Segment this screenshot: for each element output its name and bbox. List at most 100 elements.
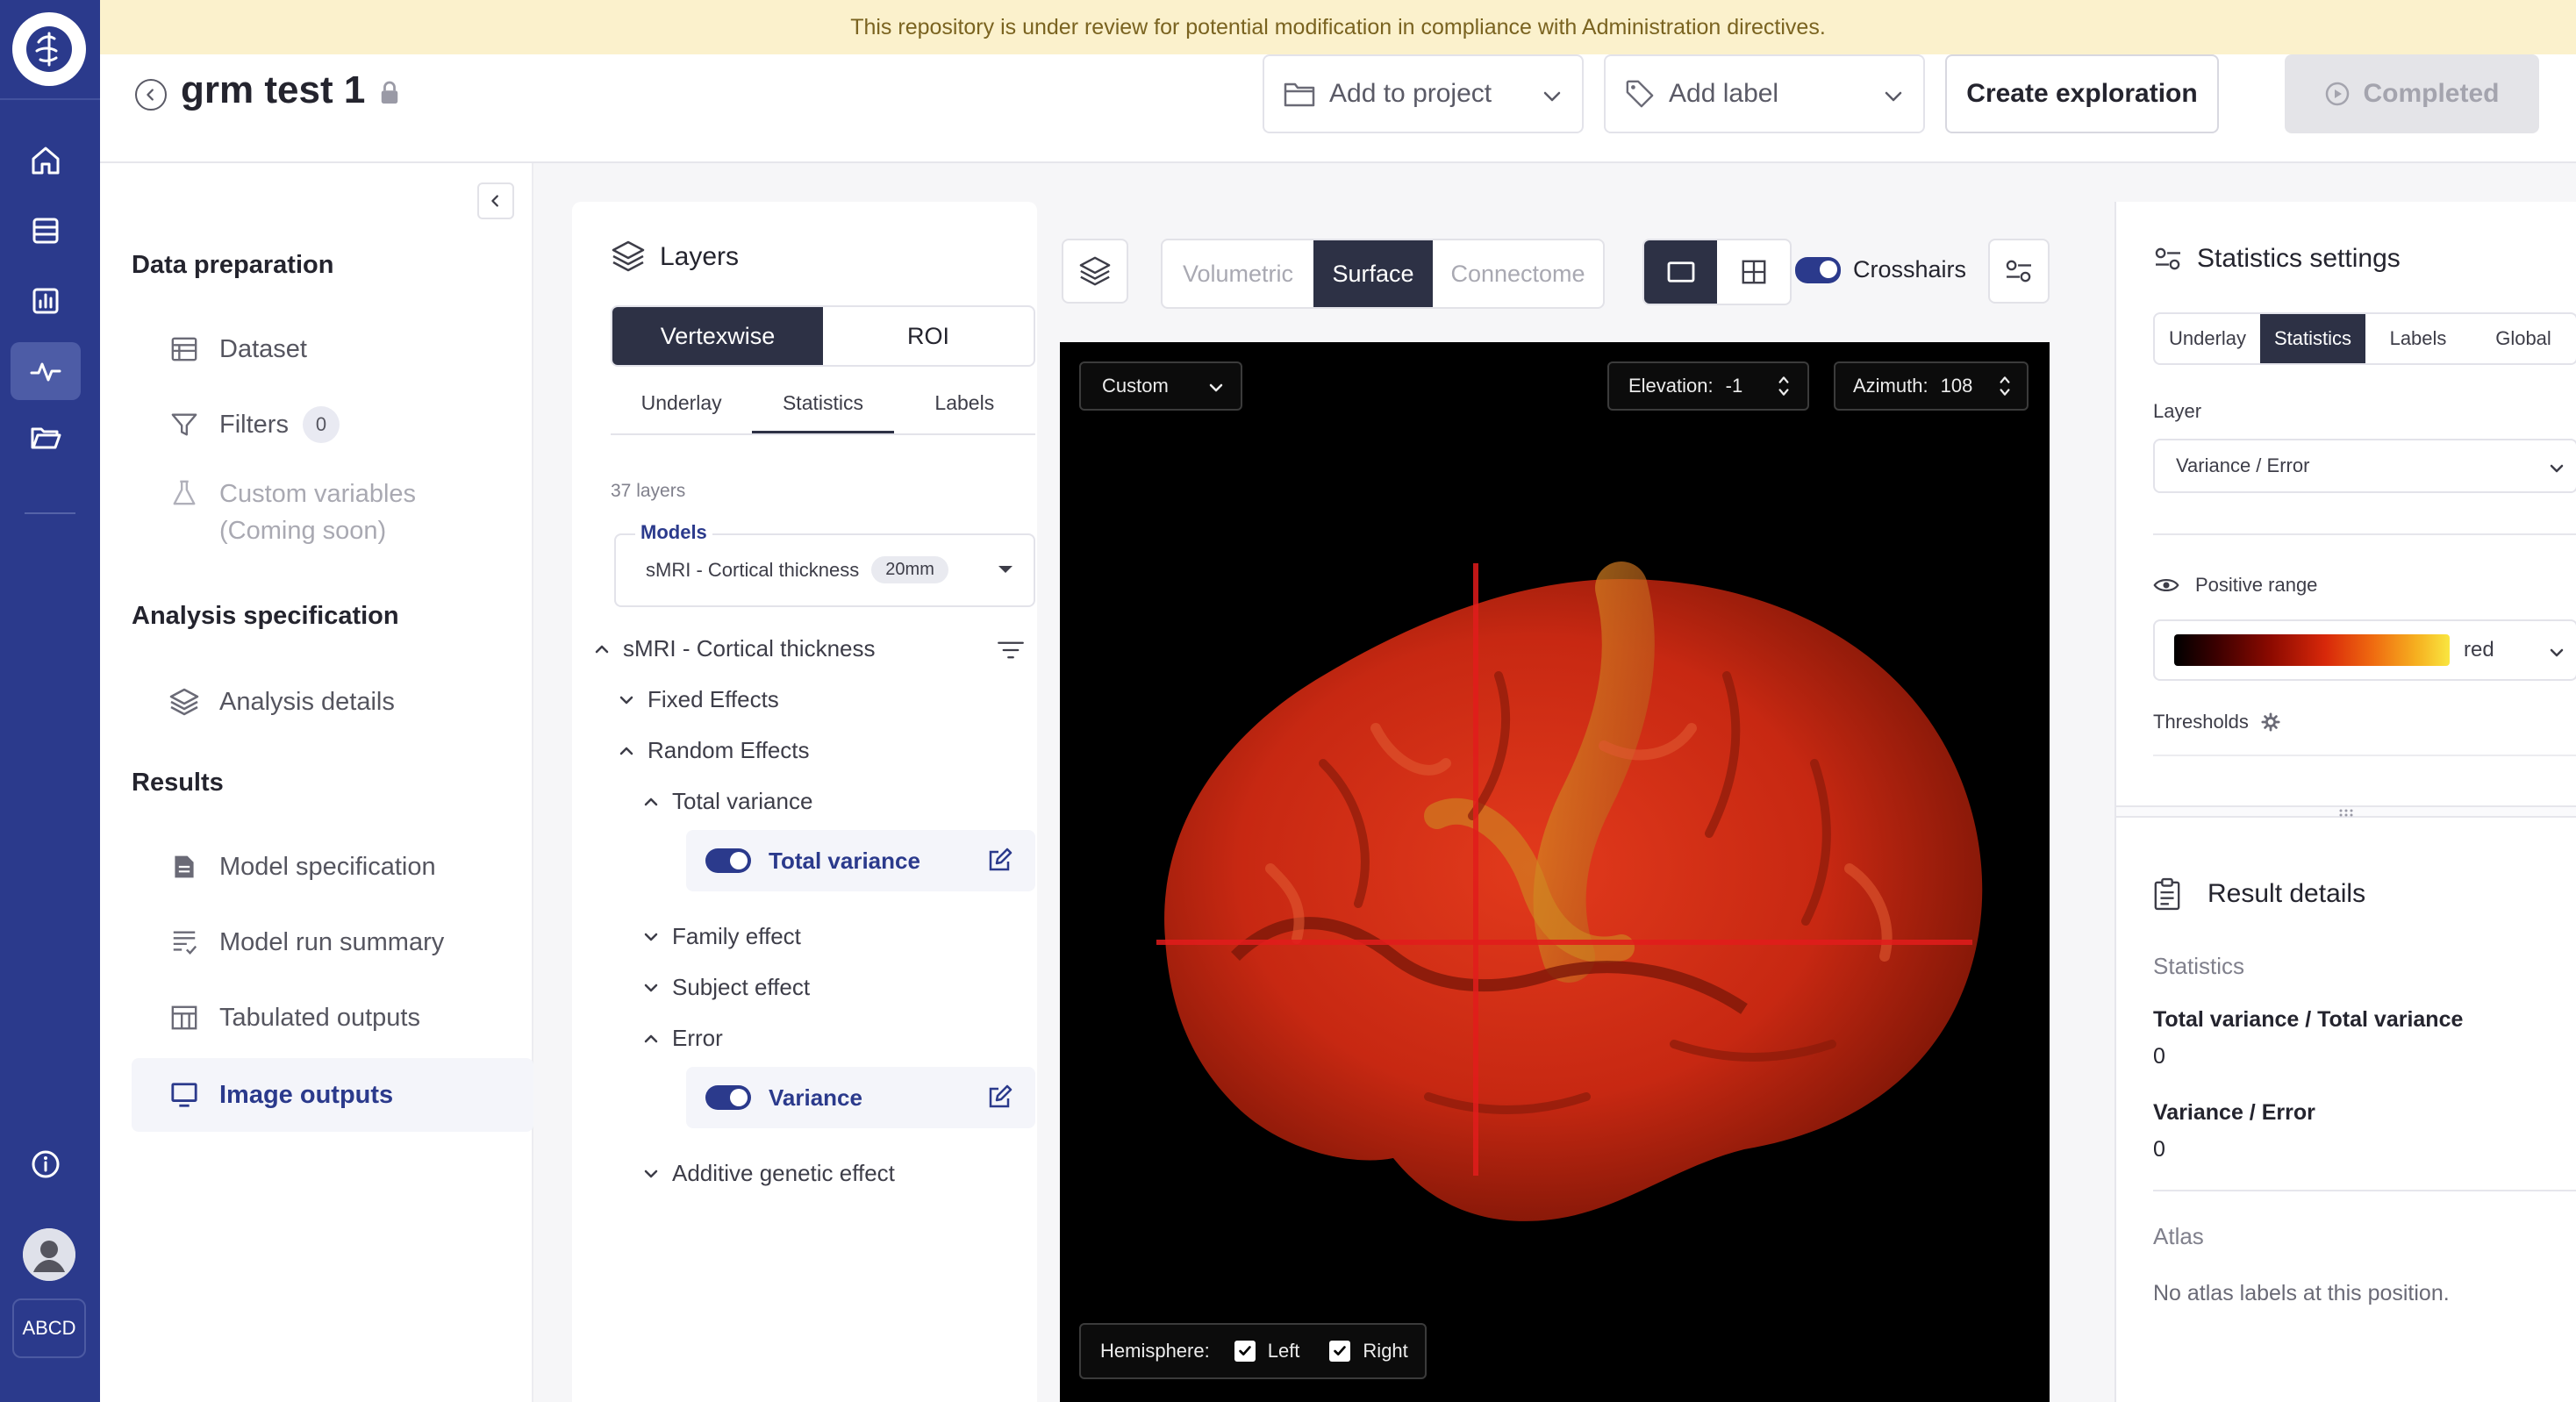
completed-button[interactable]: Completed [2285,54,2539,133]
chevron-down-icon [1883,84,1904,114]
chevron-down-icon [1542,84,1563,114]
rail-divider [0,98,100,100]
nav-item-label: Model specification [219,852,436,881]
org-switcher[interactable]: ABCD [12,1298,86,1358]
elevation-input[interactable]: Elevation: -1 [1607,361,1809,411]
single-view-icon[interactable] [1644,240,1717,304]
layer-visibility-toggle[interactable] [705,1085,751,1110]
layers-icon [611,239,646,278]
info-icon[interactable] [11,1135,81,1193]
nav-item-filters[interactable]: Filters 0 [132,388,533,461]
create-exploration-button[interactable]: Create exploration [1945,54,2219,133]
elevation-label: Elevation: [1628,375,1714,397]
crosshairs-switch[interactable] [1795,256,1841,283]
crosshairs-toggle[interactable]: Crosshairs [1795,256,1966,283]
tab-surface[interactable]: Surface [1313,240,1433,307]
analysis-pulse-icon[interactable] [11,342,81,400]
tab-statistics[interactable]: Statistics [2260,314,2365,363]
nav-item-tabulated-outputs[interactable]: Tabulated outputs [132,981,533,1055]
tab-underlay[interactable]: Underlay [611,386,752,433]
tree-node-label: sMRI - Cortical thickness [623,635,876,662]
right-hemisphere-checkbox[interactable] [1329,1341,1351,1362]
review-banner: This repository is under review for pote… [100,0,2576,54]
hemisphere-controls: Hemisphere: Left Right [1079,1323,1427,1379]
toggle-layers-panel-button[interactable] [1062,239,1128,304]
edit-icon[interactable] [986,1084,1013,1115]
statistics-settings-title: Statistics settings [2197,244,2401,273]
tab-roi[interactable]: ROI [823,307,1034,365]
result-details-title: Result details [2207,879,2366,908]
result-row-value: 0 [2153,1044,2165,1069]
filter-lines-icon[interactable] [997,640,1025,664]
filters-count-badge: 0 [302,406,340,443]
colormap-select[interactable]: red [2153,619,2576,681]
tree-node-total-variance[interactable]: Total variance [642,788,812,815]
nav-item-analysis-details[interactable]: Analysis details [132,665,533,739]
chevron-down-icon [2550,464,2564,473]
back-button[interactable] [135,79,167,111]
tree-node-subject-effect[interactable]: Subject effect [642,974,810,1001]
caret-down-icon[interactable] [997,563,1014,579]
spinner-arrows-icon[interactable] [1778,372,1790,400]
tab-global[interactable]: Global [2471,314,2576,363]
right-panel: Statistics settings Underlay Statistics … [2114,202,2576,1402]
camera-preset-select[interactable]: Custom [1079,361,1242,411]
tree-node-root[interactable]: sMRI - Cortical thickness [593,635,876,662]
table-icon [167,1000,202,1035]
collapse-nav-button[interactable] [477,182,514,219]
statistics-settings-header: Statistics settings [2153,244,2401,274]
nav-item-model-run-summary[interactable]: Model run summary [132,905,533,979]
nav-item-image-outputs[interactable]: Image outputs [132,1058,533,1132]
models-value-text: sMRI - Cortical thickness [646,558,860,581]
brain-logo-icon[interactable] [12,12,86,86]
bar-chart-icon[interactable] [11,272,81,330]
tab-vertexwise[interactable]: Vertexwise [612,307,823,365]
add-to-project-dropdown[interactable]: Add to project [1263,54,1584,133]
edit-icon[interactable] [986,848,1013,878]
add-label-dropdown[interactable]: Add label [1604,54,1925,133]
nav-item-label: Image outputs [219,1080,394,1109]
tab-underlay[interactable]: Underlay [2155,314,2260,363]
tree-node-additive-genetic[interactable]: Additive genetic effect [642,1160,895,1187]
layer-visibility-toggle[interactable] [705,848,751,873]
nav-item-dataset[interactable]: Dataset [132,312,533,386]
gear-icon[interactable] [2261,712,2280,732]
crosshairs-label: Crosshairs [1853,256,1967,283]
resize-handle[interactable] [2116,805,2576,818]
tab-connectome[interactable]: Connectome [1433,240,1603,307]
hemisphere-label: Hemisphere: [1100,1340,1210,1362]
chevron-down-icon [619,696,633,704]
spinner-arrows-icon[interactable] [1999,372,2011,400]
page-header: grm test 1 Add to project Add label Crea… [100,54,2576,163]
tree-node-fixed-effects[interactable]: Fixed Effects [618,686,779,713]
database-icon[interactable] [11,202,81,260]
tab-labels[interactable]: Labels [894,386,1035,433]
thresholds-inputs-clipped [2153,755,2576,767]
left-hemisphere-checkbox[interactable] [1234,1341,1256,1362]
positive-range-toggle[interactable]: Positive range [2153,574,2317,597]
layers-title: Layers [660,242,740,271]
tab-statistics[interactable]: Statistics [752,386,894,433]
lock-icon [379,81,400,110]
folder-open-icon[interactable] [11,409,81,467]
brain-surface-render[interactable] [1060,342,2050,1402]
layer-row-total-variance[interactable]: Total variance [686,830,1035,891]
home-icon[interactable] [11,132,81,190]
viewer-settings-button[interactable] [1988,239,2050,304]
completed-label: Completed [2363,79,2500,108]
nav-item-model-specification[interactable]: Model specification [132,830,533,904]
layer-select[interactable]: Variance / Error [2153,439,2576,493]
tab-labels[interactable]: Labels [2365,314,2471,363]
user-avatar[interactable] [23,1228,75,1281]
table-list-icon [167,332,202,367]
azimuth-label: Azimuth: [1853,375,1928,397]
layer-row-variance[interactable]: Variance [686,1067,1035,1128]
tree-node-random-effects[interactable]: Random Effects [618,737,810,764]
tree-node-label: Subject effect [672,974,811,1000]
azimuth-input[interactable]: Azimuth: 108 [1834,361,2029,411]
grid-view-icon[interactable] [1717,240,1790,304]
tree-node-family-effect[interactable]: Family effect [642,923,801,950]
tree-node-error[interactable]: Error [642,1025,723,1052]
tab-volumetric[interactable]: Volumetric [1163,240,1313,307]
surface-viewer-canvas[interactable]: Custom Elevation: -1 Azimuth: 108 Hemisp… [1060,342,2050,1402]
